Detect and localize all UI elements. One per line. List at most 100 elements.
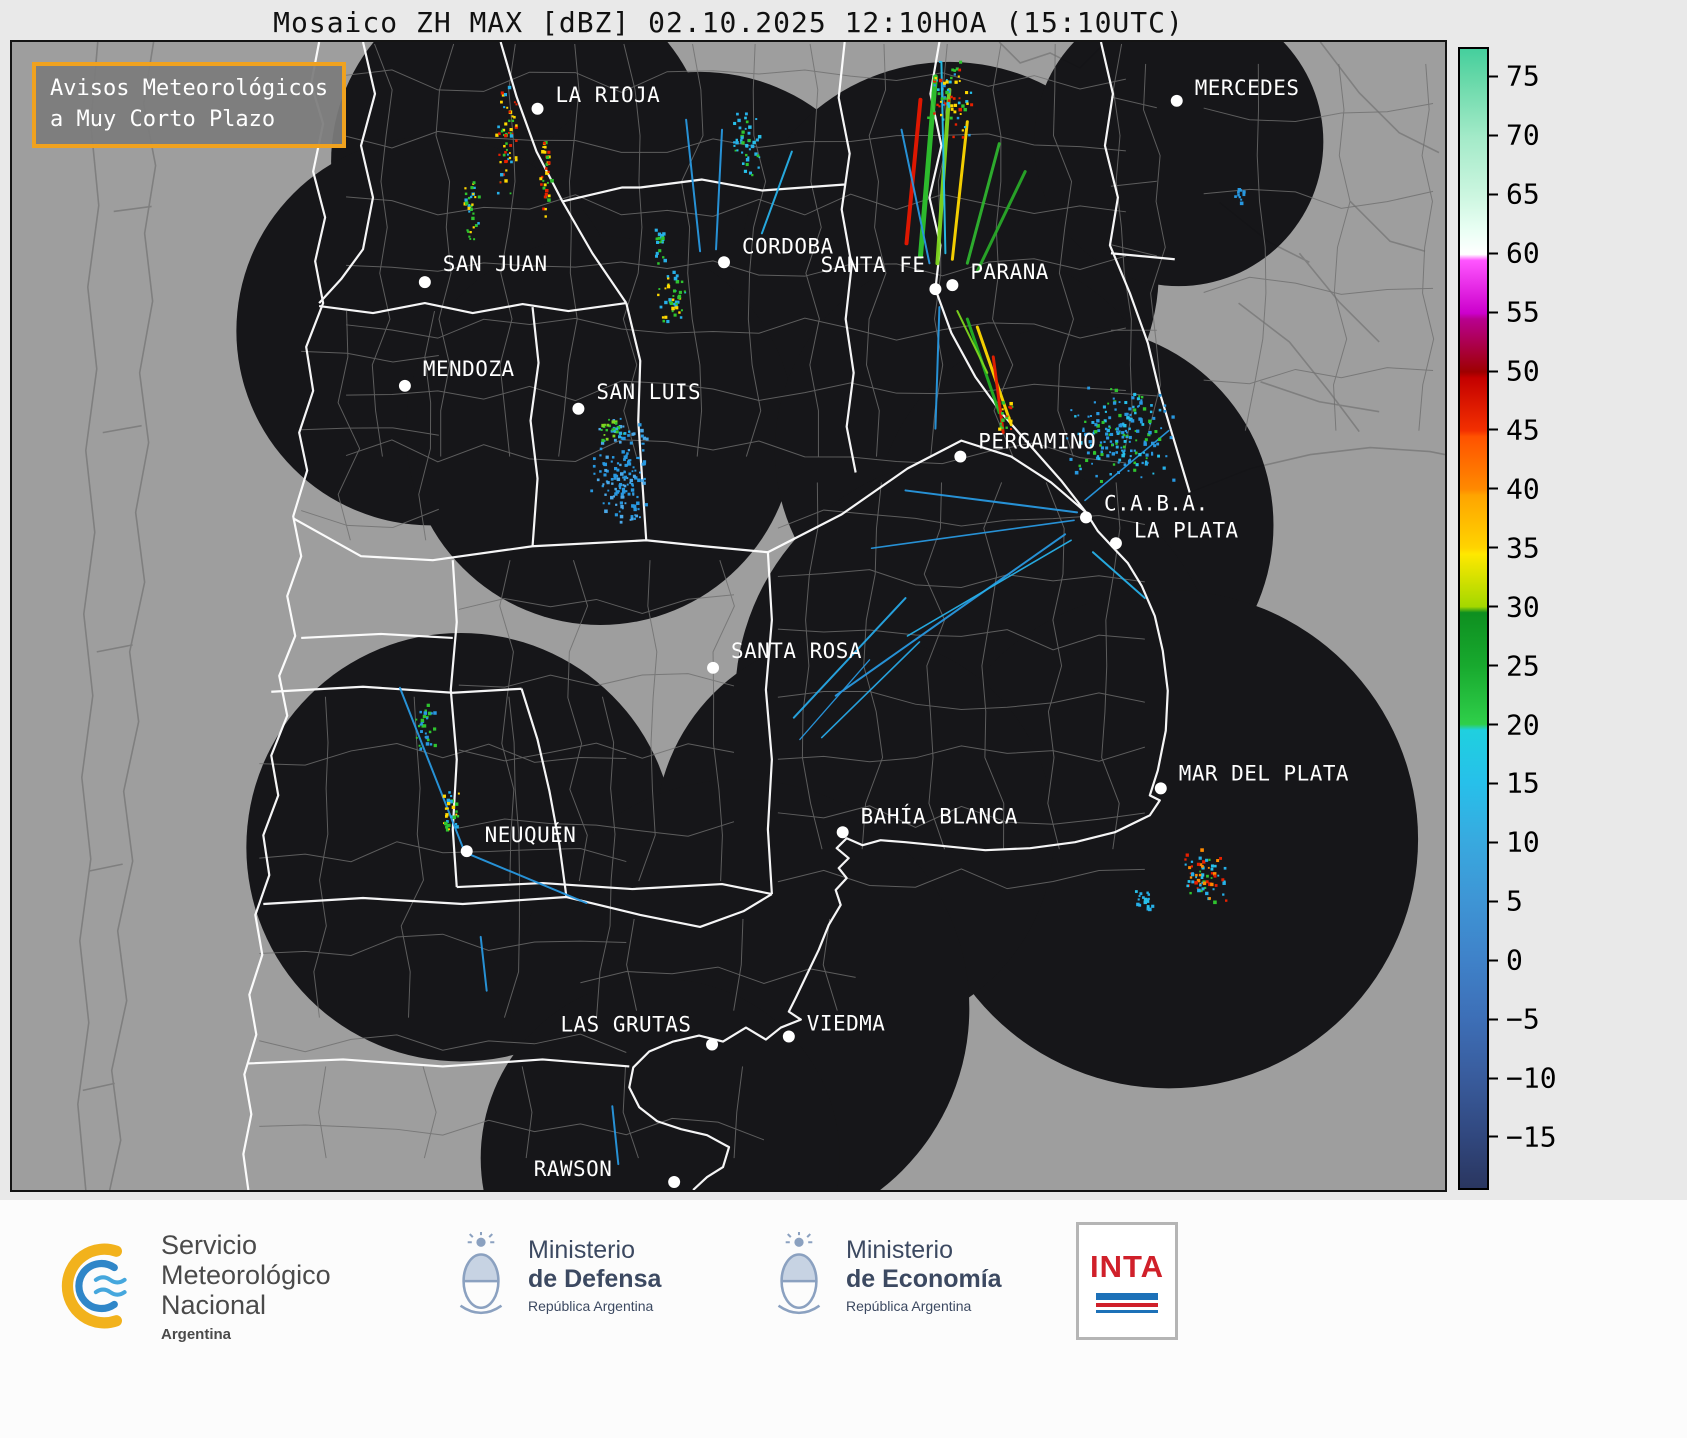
colorbar-tick: 0 (1489, 944, 1523, 977)
ministry-caption: República Argentina (528, 1298, 654, 1315)
colorbar-tick-label: 15 (1506, 766, 1540, 800)
city-label: SAN JUAN (443, 252, 548, 276)
colorbar-tick-label: 50 (1506, 354, 1540, 388)
city-label: C.A.B.A. (1104, 491, 1209, 515)
colorbar-tickmark (1489, 546, 1498, 549)
city-label: PARANA (970, 260, 1049, 284)
colorbar-tick-label: 70 (1506, 118, 1540, 152)
warning-line-1: Avisos Meteorológicos (50, 76, 329, 101)
warning-banner: Avisos Meteorológicos a Muy Corto Plazo (32, 62, 347, 148)
city-marker (531, 102, 544, 115)
city-marker (946, 279, 959, 292)
city-marker (1080, 511, 1092, 524)
city-marker (572, 402, 585, 415)
colorbar-tick-label: 60 (1506, 236, 1540, 270)
colorbar-tickmark (1489, 782, 1498, 785)
city-marker (418, 276, 431, 289)
city-marker (707, 661, 720, 674)
smn-name-line: Meteorológico (161, 1260, 331, 1291)
colorbar-tick-label: −5 (1506, 1002, 1540, 1036)
colorbar: 75 70 65 60 55 50 45 40 35 30 25 20 15 10 5 0 −5 −10 −15 (1458, 47, 1683, 1190)
city-marker (1170, 94, 1183, 107)
city-label: SANTA FE (821, 253, 926, 277)
colorbar-tickmark (1489, 428, 1498, 431)
colorbar-tick-label: 0 (1506, 943, 1523, 977)
colorbar-tick-label: 45 (1506, 413, 1540, 447)
city-label: NEUQUÉN (485, 822, 577, 847)
city-label: SAN LUIS (596, 380, 701, 404)
city-label: LAS GRUTAS (560, 1013, 691, 1037)
colorbar-tick: −10 (1489, 1062, 1557, 1095)
colorbar-tick: 75 (1489, 60, 1540, 93)
colorbar-tick-label: 20 (1506, 708, 1540, 742)
smn-country: Argentina (161, 1325, 232, 1343)
city-marker (782, 1030, 795, 1043)
colorbar-tick: 70 (1489, 119, 1540, 152)
colorbar-tick-label: 10 (1506, 825, 1540, 859)
city-marker (1154, 782, 1167, 795)
colorbar-ticks: 75 70 65 60 55 50 45 40 35 30 25 20 15 10 5 0 −5 −10 −15 (1489, 47, 1679, 1190)
city-label: LA PLATA (1134, 518, 1239, 542)
radar-map: MERCEDES LA RIOJA SAN JUAN CORDOBA SANTA FE P… (10, 40, 1447, 1192)
ministry-title: Ministerio (528, 1235, 635, 1264)
city-marker (954, 450, 967, 463)
colorbar-tick: 30 (1489, 590, 1540, 623)
colorbar-tickmark (1489, 900, 1498, 903)
inta-stripes (1096, 1293, 1158, 1313)
colorbar-tickmark (1489, 75, 1498, 78)
colorbar-tick: 15 (1489, 767, 1540, 800)
colorbar-tickmark (1489, 1018, 1498, 1021)
colorbar-tick: 25 (1489, 649, 1540, 682)
colorbar-tick-label: 5 (1506, 884, 1523, 918)
map-canvas: MERCEDESLA RIOJASAN JUANCORDOBASANTA FE P… (12, 42, 1445, 1190)
colorbar-gradient (1458, 47, 1489, 1190)
colorbar-tick: 20 (1489, 708, 1540, 741)
colorbar-tick-label: 75 (1506, 59, 1540, 93)
coat-of-arms-icon (459, 1232, 503, 1315)
colorbar-tickmark (1489, 723, 1498, 726)
colorbar-tick: 50 (1489, 355, 1540, 388)
coat-of-arms-icon (777, 1232, 821, 1315)
page-title: Mosaico ZH MAX [dBZ] 02.10.2025 12:10HOA… (273, 6, 1184, 39)
city-marker (1109, 537, 1122, 550)
smn-logo-icon (61, 1243, 127, 1329)
radar-mosaic-page: Mosaico ZH MAX [dBZ] 02.10.2025 12:10HOA… (0, 0, 1687, 1438)
colorbar-tick-label: 65 (1506, 177, 1540, 211)
colorbar-tickmark (1489, 1135, 1498, 1138)
ministry-defensa-block: Ministerio de Defensa República Argentin… (450, 1232, 661, 1318)
ministry-subtitle: de Economía (846, 1264, 1002, 1293)
inta-label: INTA (1089, 1249, 1165, 1284)
colorbar-tickmark (1489, 959, 1498, 962)
smn-name-line: Nacional (161, 1290, 267, 1321)
ministry-subtitle: de Defensa (528, 1264, 662, 1293)
city-label: MAR DEL PLATA (1179, 761, 1349, 785)
ministry-economia-block: Ministerio de Economía República Argenti… (768, 1232, 1002, 1318)
city-label: MERCEDES (1195, 76, 1300, 100)
city-label: LA RIOJA (555, 83, 660, 107)
colorbar-tickmark (1489, 311, 1498, 314)
city-label: VIEDMA (807, 1012, 886, 1036)
colorbar-tickmark (1489, 193, 1498, 196)
colorbar-tickmark (1489, 252, 1498, 255)
colorbar-tick: 55 (1489, 296, 1540, 329)
inta-logo-icon: INTA (1076, 1222, 1178, 1340)
ministry-title: Ministerio (846, 1235, 953, 1264)
colorbar-tick-label: 40 (1506, 472, 1540, 506)
colorbar-tickmark (1489, 605, 1498, 608)
colorbar-tick: −5 (1489, 1003, 1540, 1036)
colorbar-tick: 5 (1489, 885, 1523, 918)
city-label: MENDOZA (423, 357, 515, 381)
colorbar-tick: 45 (1489, 413, 1540, 446)
colorbar-tickmark (1489, 1077, 1498, 1080)
colorbar-tickmark (1489, 841, 1498, 844)
colorbar-tick-label: 35 (1506, 531, 1540, 565)
smn-name-line: Servicio (161, 1230, 258, 1260)
colorbar-tick: 65 (1489, 178, 1540, 211)
city-label: RAWSON (534, 1157, 613, 1181)
city-marker (706, 1038, 719, 1051)
colorbar-tick-label: 30 (1506, 590, 1540, 624)
city-marker (668, 1176, 681, 1189)
city-marker (398, 379, 411, 392)
footer: Servicio Meteorológico Nacional Argentin… (0, 1200, 1687, 1438)
colorbar-tickmark (1489, 664, 1498, 667)
